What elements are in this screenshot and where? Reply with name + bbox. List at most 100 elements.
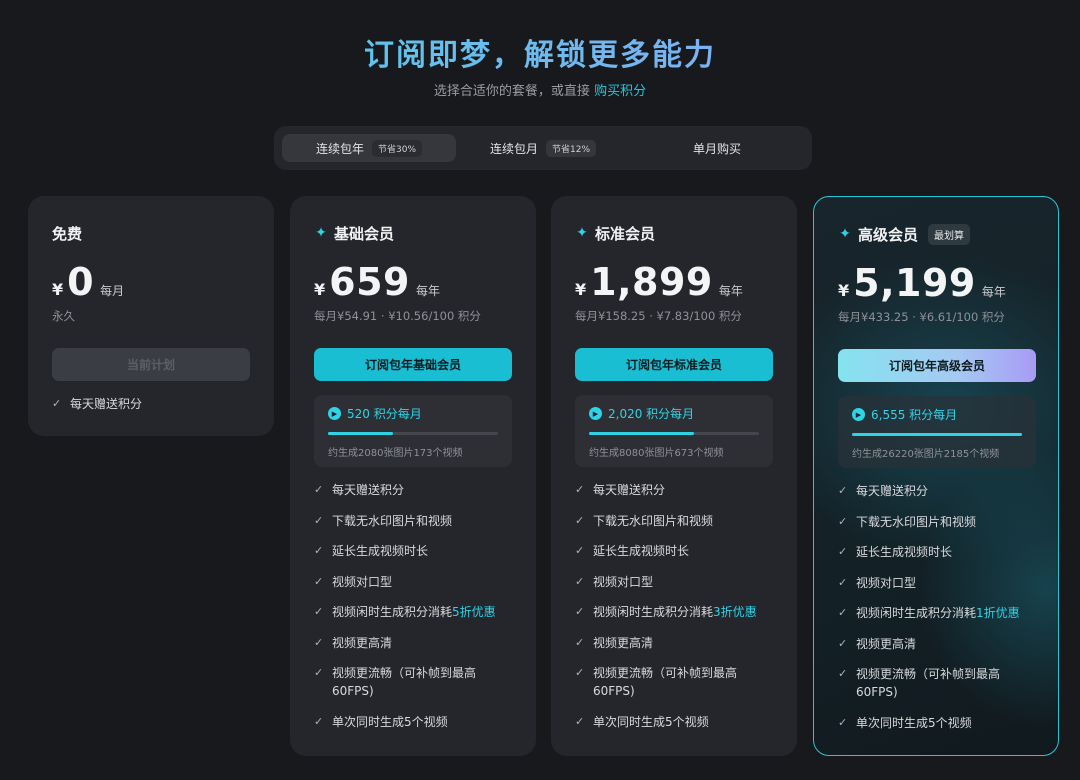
- credits-description: 约生成8080张图片673个视频: [589, 448, 724, 459]
- check-icon: ✓: [575, 635, 585, 649]
- price-amount: 1,899: [590, 260, 713, 304]
- price-detail: 每月¥54.91 · ¥10.56/100 积分: [314, 309, 481, 323]
- feature-item: ✓ 延长生成视频时长: [314, 544, 429, 558]
- check-icon: ✓: [314, 635, 324, 649]
- check-icon: ✓: [314, 513, 324, 527]
- price-amount: 5,199: [853, 261, 976, 305]
- buy-credits-link[interactable]: 购买积分: [594, 84, 646, 99]
- price: ¥ 0 每月: [52, 260, 250, 304]
- currency-symbol: ¥: [314, 280, 326, 299]
- page-title: 订阅即梦，解锁更多能力: [0, 30, 1080, 74]
- check-icon: ✓: [838, 545, 848, 558]
- feature-item: ✓ 视频更流畅（可补帧到最高 60FPS): [838, 667, 1001, 699]
- credits-bar-fill: [852, 433, 1022, 436]
- tab-monthly[interactable]: 连续包月 节省12%: [456, 134, 630, 162]
- feature-item: ✓ 视频对口型: [314, 574, 393, 589]
- feature-item: ✓ 每天赠送积分: [314, 483, 405, 497]
- check-icon: ✓: [314, 714, 324, 728]
- credits-box: ▶ 6,555 积分每月 约生成26220张图片2185个视频: [838, 396, 1036, 468]
- check-icon: ✓: [575, 513, 585, 527]
- feature-item: ✓ 视频更流畅（可补帧到最高 60FPS): [575, 666, 738, 698]
- sparkle-icon: ✦: [839, 226, 851, 242]
- plan-card-free: 免费 ¥ 0 每月 永久 当前计划 ✓ 每天赠送积分: [28, 196, 274, 436]
- feature-item: ✓ 每天赠送积分: [838, 484, 929, 498]
- sparkle-icon: ✦: [576, 225, 588, 241]
- check-icon: ✓: [52, 397, 62, 410]
- price-period: 每年: [415, 284, 440, 298]
- coin-icon: ▶: [852, 408, 865, 421]
- feature-list: ✓ 每天赠送积分 ✓ 下载无水印图片和视频 ✓ 延长生成视频时长 ✓ 视频对口型 ✓ 视频…: [314, 481, 512, 731]
- feature-item: ✓ 视频更高清: [314, 635, 393, 650]
- check-icon: ✓: [575, 574, 585, 588]
- check-icon: ✓: [314, 666, 324, 679]
- tab-badge: 节省12%: [546, 139, 597, 157]
- credits-bar-fill: [328, 432, 393, 435]
- feature-item: ✓ 视频对口型: [575, 574, 654, 589]
- tab-single-month[interactable]: 单月购买: [630, 134, 804, 162]
- check-icon: ✓: [575, 483, 585, 496]
- check-icon: ✓: [838, 636, 848, 650]
- feature-item: ✓ 每天赠送积分: [52, 397, 143, 411]
- price: ¥ 659 每年: [314, 260, 512, 304]
- feature-list: ✓ 每天赠送积分: [52, 395, 250, 413]
- check-icon: ✓: [314, 605, 324, 618]
- credits-bar: [589, 432, 759, 435]
- credits-box: ▶ 2,020 积分每月 约生成8080张图片673个视频: [575, 395, 773, 467]
- tab-label: 连续包月: [489, 141, 538, 156]
- feature-item: ✓ 视频闲时生成积分消耗5折优惠: [314, 605, 496, 619]
- price: ¥ 5,199 每年: [838, 261, 1034, 305]
- check-icon: ✓: [575, 666, 585, 679]
- price-amount: 659: [329, 260, 410, 304]
- currency-symbol: ¥: [52, 280, 64, 299]
- best-value-badge: 最划算: [928, 223, 971, 245]
- feature-item: ✓ 视频闲时生成积分消耗3折优惠: [575, 605, 757, 619]
- tab-label: 连续包年: [315, 141, 364, 156]
- check-icon: ✓: [314, 544, 324, 557]
- check-icon: ✓: [838, 667, 848, 680]
- feature-list: ✓ 每天赠送积分 ✓ 下载无水印图片和视频 ✓ 延长生成视频时长 ✓ 视频对口型 ✓ 视频…: [575, 481, 773, 731]
- tab-annual[interactable]: 连续包年 节省30%: [282, 134, 456, 162]
- feature-item: ✓ 下载无水印图片和视频: [314, 513, 453, 528]
- credits-amount: 520 积分每月: [347, 407, 422, 421]
- feature-item: ✓ 每天赠送积分: [575, 483, 666, 497]
- feature-list: ✓ 每天赠送积分 ✓ 下载无水印图片和视频 ✓ 延长生成视频时长 ✓ 视频对口型 ✓ 视频…: [838, 482, 1034, 732]
- check-icon: ✓: [838, 606, 848, 619]
- price-period: 每年: [718, 284, 743, 298]
- check-icon: ✓: [838, 484, 848, 497]
- check-icon: ✓: [838, 514, 848, 528]
- check-icon: ✓: [575, 605, 585, 618]
- price-detail: 永久: [52, 309, 75, 323]
- coin-icon: ▶: [328, 407, 341, 420]
- tab-badge: 节省30%: [372, 139, 423, 157]
- credits-bar: [852, 433, 1022, 436]
- plan-name: 高级会员: [858, 225, 919, 244]
- subscribe-advanced-button[interactable]: 订阅包年高级会员: [838, 349, 1036, 382]
- billing-tabs: 连续包年 节省30% 连续包月 节省12% 单月购买: [274, 126, 812, 170]
- coin-icon: ▶: [589, 407, 602, 420]
- tab-label: 单月购买: [692, 141, 741, 156]
- page-subtitle: 选择合适你的套餐，或直接 购买积分: [0, 80, 1080, 99]
- credits-description: 约生成2080张图片173个视频: [328, 448, 463, 459]
- feature-item: ✓ 视频对口型: [838, 575, 917, 590]
- plan-card-standard: ✦ 标准会员 ¥ 1,899 每年 每月¥158.25 · ¥7.83/100 …: [551, 196, 797, 756]
- feature-item: ✓ 视频闲时生成积分消耗1折优惠: [838, 606, 1020, 620]
- credits-box: ▶ 520 积分每月 约生成2080张图片173个视频: [314, 395, 512, 467]
- feature-item: ✓ 延长生成视频时长: [575, 544, 690, 558]
- discount-highlight: 3折优惠: [713, 605, 757, 619]
- subscribe-standard-button[interactable]: 订阅包年标准会员: [575, 348, 773, 381]
- subscribe-basic-button[interactable]: 订阅包年基础会员: [314, 348, 512, 381]
- discount-highlight: 5折优惠: [452, 605, 496, 619]
- feature-item: ✓ 视频更流畅（可补帧到最高 60FPS): [314, 666, 477, 698]
- sparkle-icon: ✦: [315, 225, 327, 241]
- credits-amount: 6,555 积分每月: [871, 408, 958, 422]
- check-icon: ✓: [575, 714, 585, 728]
- current-plan-button: 当前计划: [52, 348, 250, 381]
- price-detail: 每月¥158.25 · ¥7.83/100 积分: [575, 309, 742, 323]
- feature-item: ✓ 视频更高清: [838, 636, 917, 651]
- discount-highlight: 1折优惠: [976, 606, 1020, 620]
- price-period: 每年: [981, 285, 1006, 299]
- feature-item: ✓ 视频更高清: [575, 635, 654, 650]
- currency-symbol: ¥: [575, 280, 587, 299]
- price-detail: 每月¥433.25 · ¥6.61/100 积分: [838, 310, 1005, 324]
- feature-item: ✓ 下载无水印图片和视频: [575, 513, 714, 528]
